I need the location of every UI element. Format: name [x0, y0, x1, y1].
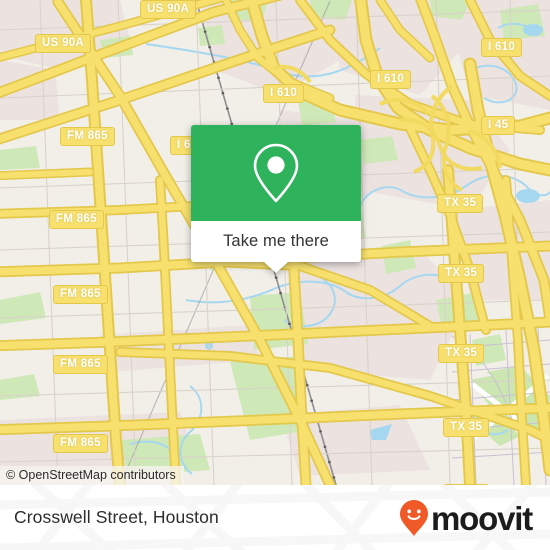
road-shield-label: I 610	[263, 84, 305, 103]
callout-tail	[264, 262, 288, 273]
take-me-there-label: Take me there	[223, 232, 329, 250]
road-shield-label: US 90A	[35, 34, 92, 53]
take-me-there-button[interactable]: Take me there	[191, 221, 361, 273]
place-title: Crosswell Street, Houston	[14, 507, 219, 527]
road-shield-label: I 610	[481, 38, 523, 57]
road-shield-label: US 90A	[140, 0, 197, 19]
moovit-place-screenshot: US 90AUS 90AI 610I 610I 610I 610I 45FM 8…	[0, 0, 550, 550]
location-pin-icon	[253, 143, 299, 203]
moovit-wordmark: moovit	[431, 500, 533, 537]
road-shield-label: TX 35	[438, 344, 485, 363]
road-shield-label: I 45	[481, 116, 516, 135]
card-pin-area	[191, 125, 361, 221]
road-shield-label: FM 865	[53, 285, 108, 304]
road-shield-label: FM 865	[53, 434, 108, 453]
place-callout-card[interactable]: Take me there	[191, 125, 361, 273]
osm-attribution: © OpenStreetMap contributors	[0, 466, 184, 485]
road-shield-label: TX 35	[438, 264, 485, 283]
road-shield-label: TX 35	[443, 418, 490, 437]
road-shield-label: I 610	[370, 70, 412, 89]
footer-bar: Crosswell Street, Houston moovit	[0, 485, 550, 550]
road-shield-label: FM 865	[53, 355, 108, 374]
moovit-logo: moovit	[399, 499, 533, 537]
moovit-pin-icon	[400, 499, 429, 536]
road-shield-label: TX 35	[437, 194, 484, 213]
road-shield-label: FM 865	[60, 127, 115, 146]
road-shield-label: TX 35	[443, 484, 490, 485]
road-shield-label: FM 865	[49, 210, 104, 229]
